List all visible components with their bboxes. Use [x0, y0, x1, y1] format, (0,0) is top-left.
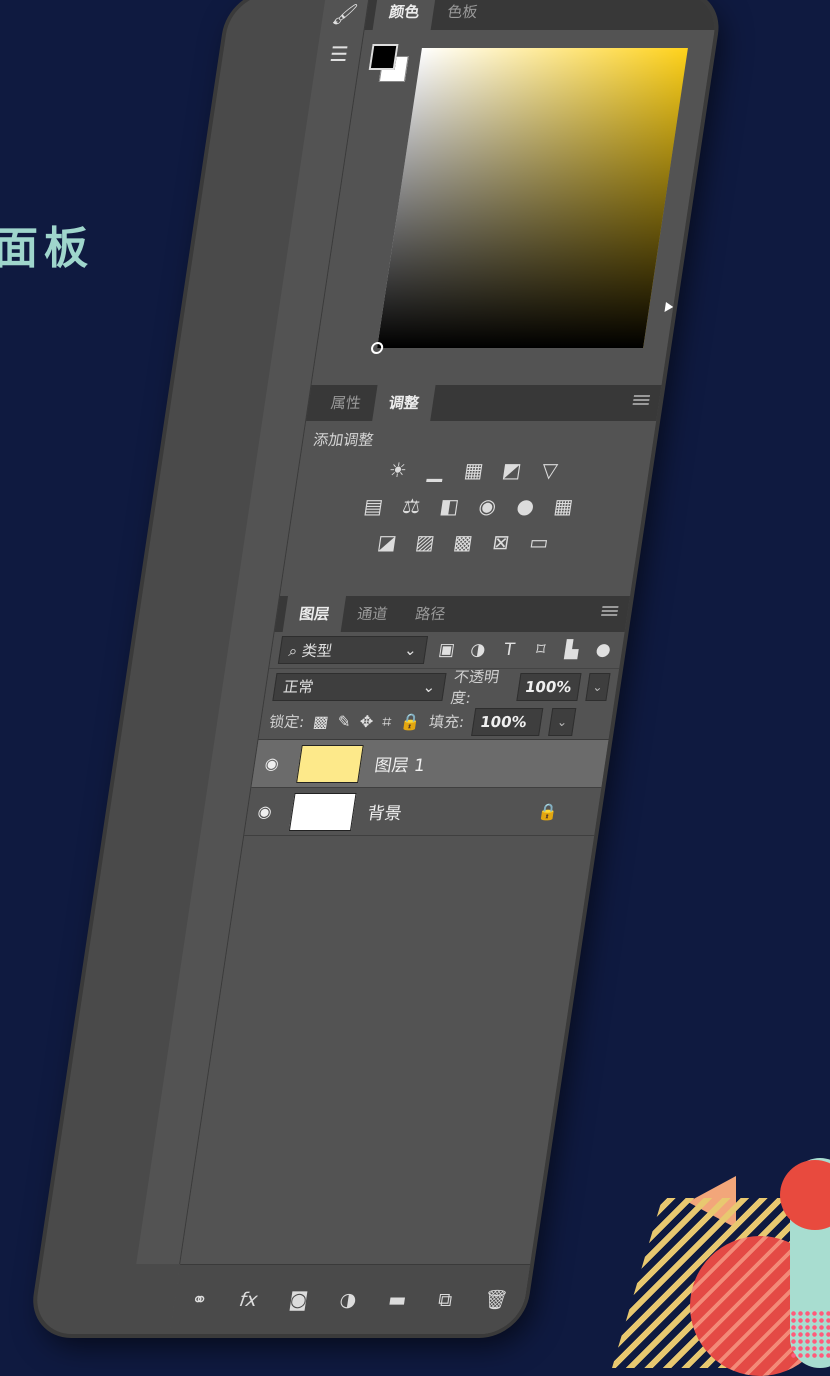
- invert-icon[interactable]: ◪: [373, 530, 401, 554]
- folder-icon[interactable]: ▬: [387, 1289, 408, 1311]
- tab-adjustments[interactable]: 调整: [372, 384, 436, 421]
- gradient-map-icon[interactable]: ▭: [525, 530, 553, 554]
- trash-icon[interactable]: 🗑: [482, 1288, 510, 1311]
- opacity-dropdown[interactable]: ⌄: [584, 672, 611, 701]
- exposure-icon[interactable]: ◩: [498, 458, 526, 482]
- color-balance-icon[interactable]: ⚖: [398, 494, 426, 518]
- layer-row[interactable]: ◉ 图层 1: [251, 740, 609, 788]
- lock-transparency-icon[interactable]: ▩: [312, 712, 330, 731]
- curves-icon[interactable]: ▦: [460, 458, 488, 482]
- adjustment-icon[interactable]: ◑: [338, 1289, 358, 1311]
- fill-field[interactable]: 100%: [471, 707, 544, 736]
- fx-icon[interactable]: fx: [238, 1289, 259, 1311]
- layer-thumbnail: [296, 744, 364, 783]
- blend-mode-dropdown[interactable]: 正常 ⌄: [272, 672, 447, 701]
- hue-saturation-icon[interactable]: ▤: [360, 494, 388, 518]
- eye-icon[interactable]: ◉: [264, 754, 287, 773]
- tab-properties[interactable]: 属性: [314, 384, 378, 421]
- mask-icon[interactable]: ◙: [288, 1289, 310, 1311]
- adjustment-icon-row-3: ◪ ▨ ▩ ⊠ ▭: [296, 530, 630, 554]
- lock-artboard-icon[interactable]: ⌗: [381, 712, 393, 732]
- eye-icon[interactable]: ◉: [256, 802, 279, 821]
- selective-color-icon[interactable]: ⊠: [487, 530, 515, 554]
- hue-slider-handle[interactable]: [664, 302, 674, 312]
- filter-adjustment-icon[interactable]: ◑: [466, 640, 490, 660]
- color-lookup-icon[interactable]: ▦: [550, 494, 578, 518]
- adjust-sliders-icon[interactable]: ☰: [314, 34, 364, 74]
- posterize-icon[interactable]: ▨: [411, 530, 439, 554]
- filter-toggle-icon[interactable]: ●: [591, 640, 615, 660]
- foreground-color-swatch[interactable]: [368, 44, 399, 70]
- fill-label: 填充:: [427, 713, 466, 731]
- chevron-down-icon: ⌄: [421, 677, 437, 696]
- layers-menu-icon[interactable]: [600, 606, 619, 618]
- lock-label: 锁定:: [267, 713, 306, 731]
- channel-mixer-icon[interactable]: ●: [512, 494, 540, 518]
- lock-icon: 🔒: [536, 802, 560, 821]
- blend-mode-value: 正常: [282, 678, 315, 696]
- layers-bottom-bar: ⚭ fx ◙ ◑ ▬ ⧉ 🗑: [169, 1264, 531, 1334]
- vibrance-icon[interactable]: ▽: [536, 458, 564, 482]
- filter-type-icon[interactable]: T: [497, 640, 521, 660]
- lock-all-icon[interactable]: 🔒: [399, 712, 422, 731]
- tab-paths[interactable]: 路径: [399, 595, 463, 632]
- layer-name: 图层 1: [373, 756, 427, 776]
- lock-row: 锁定: ▩ ✎ ✥ ⌗ 🔒 填充: 100% ⌄: [258, 704, 614, 740]
- tab-swatches[interactable]: 色板: [431, 0, 495, 30]
- link-icon[interactable]: ⚭: [190, 1289, 209, 1311]
- lock-image-icon[interactable]: ✎: [336, 712, 352, 731]
- layers-panel-tabbar: 图层 通道 路径: [274, 595, 631, 632]
- adjustments-panel-tabbar: 属性 调整: [306, 384, 662, 421]
- layer-name: 背景: [365, 804, 403, 824]
- opacity-label: 不透明度:: [449, 667, 501, 707]
- filter-smart-object-icon[interactable]: ▙: [560, 640, 584, 660]
- tab-layers[interactable]: 图层: [282, 595, 347, 632]
- tab-channels[interactable]: 通道: [341, 595, 405, 632]
- color-panel-tabbar: 颜色 色板: [364, 0, 720, 30]
- filter-pixel-icon[interactable]: ▣: [434, 640, 458, 660]
- add-adjustment-label: 添加调整: [311, 431, 375, 449]
- decorative-dots: [790, 1310, 830, 1358]
- picker-cursor[interactable]: [370, 342, 384, 354]
- threshold-icon[interactable]: ▩: [449, 530, 477, 554]
- filter-shape-icon[interactable]: ⌑: [528, 640, 552, 660]
- opacity-field[interactable]: 100%: [515, 672, 582, 701]
- slide-title: 面板: [0, 223, 94, 274]
- adjustment-icon-row-1: ☀ ▁ ▦ ◩ ▽: [307, 458, 641, 482]
- new-layer-icon[interactable]: ⧉: [437, 1289, 454, 1311]
- layer-thumbnail: [288, 792, 357, 831]
- adjustment-icon-row-2: ▤ ⚖ ◧ ◉ ● ▦: [302, 494, 636, 518]
- layer-filter-row: ⌕ 类型 ⌄ ▣ ◑ T ⌑ ▙ ●: [269, 632, 624, 668]
- layer-row[interactable]: ◉ 背景 🔒: [244, 788, 602, 836]
- panel-menu-icon[interactable]: [632, 395, 651, 407]
- layer-filter-dropdown[interactable]: ⌕ 类型 ⌄: [277, 636, 429, 664]
- blend-row: 正常 ⌄ 不透明度: 100% ⌄: [263, 668, 620, 707]
- black-white-icon[interactable]: ◧: [436, 494, 464, 518]
- fill-dropdown[interactable]: ⌄: [548, 707, 577, 736]
- tab-color[interactable]: 颜色: [372, 0, 437, 30]
- chevron-down-icon: ⌄: [403, 641, 419, 659]
- levels-icon[interactable]: ▁: [422, 458, 450, 482]
- photo-filter-icon[interactable]: ◉: [474, 494, 502, 518]
- adjustments-panel: 添加调整 ☀ ▁ ▦ ◩ ▽ ▤ ⚖ ◧ ◉ ● ▦ ◪ ▨ ▩ ⊠ ▭: [280, 421, 657, 596]
- brightness-icon[interactable]: ☀: [384, 458, 412, 482]
- color-panel: [311, 30, 721, 385]
- filter-type-label: 类型: [300, 641, 334, 660]
- color-picker-field[interactable]: [370, 48, 688, 354]
- lock-position-icon[interactable]: ✥: [358, 712, 374, 731]
- brush-settings-icon[interactable]: 🖌: [320, 0, 370, 34]
- search-icon: ⌕: [287, 641, 299, 660]
- photoshop-panel-mockup: 🖌 ☰ 颜色 色板 属性 调整 添加调整 ☀ ▁ ▦ ◩ ▽ ▤ ⚖ ◧ ◉ ●…: [31, 0, 721, 1334]
